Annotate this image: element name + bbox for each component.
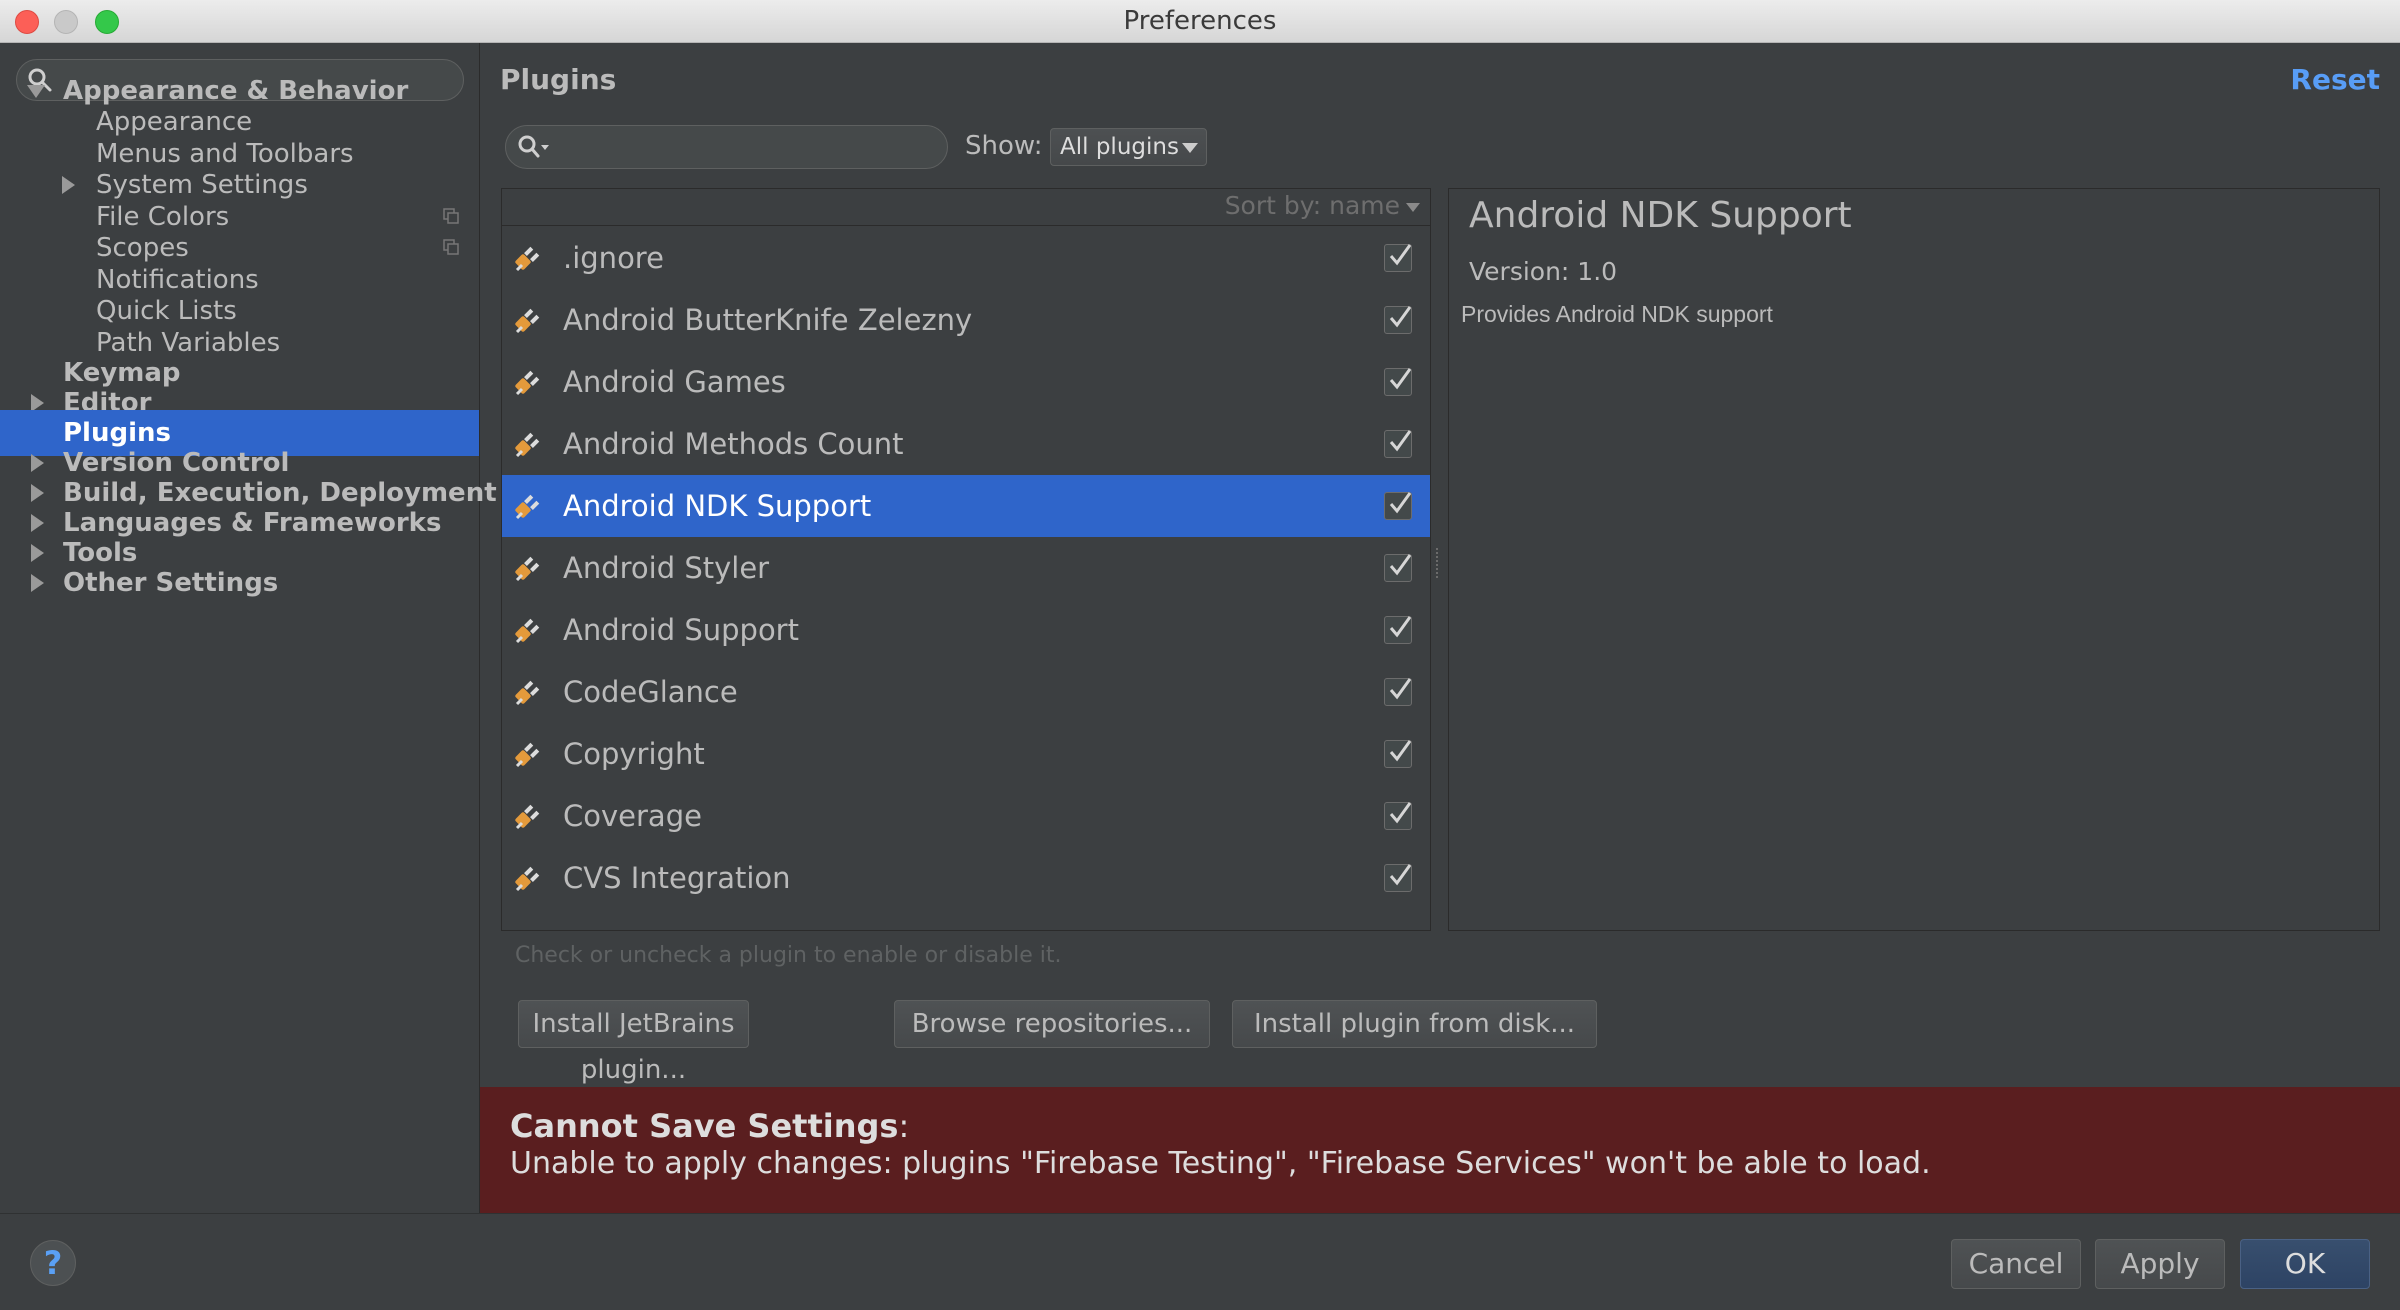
- plugin-row[interactable]: CodeGlance: [502, 661, 1430, 723]
- sort-dropdown[interactable]: Sort by: name: [1225, 191, 1400, 220]
- plugin-name: Android NDK Support: [563, 489, 872, 523]
- sidebar-item-other-settings[interactable]: Other Settings: [0, 560, 479, 606]
- chevron-right-icon[interactable]: [27, 560, 47, 606]
- plugin-name: Android Styler: [563, 551, 770, 585]
- dialog-footer: ? Cancel Apply OK: [0, 1213, 2400, 1310]
- plugin-name: Copyright: [563, 737, 705, 771]
- plugin-enabled-checkbox[interactable]: [1384, 368, 1412, 396]
- install-jetbrains-plugin-button[interactable]: Install JetBrains plugin...: [518, 1000, 749, 1085]
- plugin-enabled-checkbox[interactable]: [1384, 492, 1412, 520]
- plugin-list[interactable]: Sort by: name .ignore Android ButterKnife…: [501, 188, 1431, 931]
- plugin-row[interactable]: Android Games: [502, 351, 1430, 413]
- sidebar-item-label: Other Settings: [63, 568, 279, 598]
- plugin-icon: [514, 553, 544, 583]
- plugin-icon: [514, 491, 544, 521]
- plugin-name: .ignore: [563, 241, 664, 275]
- browse-repositories-button[interactable]: Browse repositories...: [894, 1000, 1210, 1048]
- plugin-enabled-checkbox[interactable]: [1384, 678, 1412, 706]
- plugin-row[interactable]: CVS Integration: [502, 847, 1430, 909]
- plugin-enabled-checkbox[interactable]: [1384, 740, 1412, 768]
- plugin-icon: [514, 801, 544, 831]
- apply-button[interactable]: Apply: [2095, 1239, 2225, 1289]
- title-bar: Preferences: [0, 0, 2400, 43]
- error-message: Unable to apply changes: plugins "Fireba…: [510, 1146, 1931, 1181]
- plugin-enabled-checkbox[interactable]: [1384, 616, 1412, 644]
- cancel-button[interactable]: Cancel: [1951, 1239, 2081, 1289]
- chevron-down-icon: [1182, 143, 1198, 153]
- plugin-name: Coverage: [563, 799, 702, 833]
- help-button[interactable]: ?: [30, 1240, 76, 1286]
- error-title-colon: :: [898, 1107, 910, 1145]
- plugin-name: CodeGlance: [563, 675, 738, 709]
- plugin-row[interactable]: .ignore: [502, 227, 1430, 289]
- plugin-name: CVS Integration: [563, 861, 791, 895]
- ok-button[interactable]: OK: [2240, 1239, 2370, 1289]
- plugin-search[interactable]: [505, 125, 948, 169]
- show-label: Show:: [965, 131, 1043, 161]
- splitter-handle[interactable]: [1436, 548, 1440, 578]
- settings-sidebar: Appearance & Behavior Appearance Menus a…: [0, 43, 497, 1213]
- plugin-details-description: Provides Android NDK support: [1461, 301, 1773, 327]
- chevron-down-icon: [1406, 203, 1420, 212]
- plugin-enabled-checkbox[interactable]: [1384, 802, 1412, 830]
- plugin-enabled-checkbox[interactable]: [1384, 430, 1412, 458]
- plugin-name: Android Games: [563, 365, 786, 399]
- plugin-name: Android Support: [563, 613, 799, 647]
- plugin-search-input[interactable]: [560, 131, 934, 163]
- error-title-line: Cannot Save Settings:: [510, 1107, 909, 1145]
- plugin-icon: [514, 429, 544, 459]
- plugin-name: Android ButterKnife Zelezny: [563, 303, 973, 337]
- copy-settings-icon: [443, 208, 459, 224]
- plugin-row[interactable]: Coverage: [502, 785, 1430, 847]
- show-filter-value: All plugins: [1060, 134, 1179, 160]
- plugin-enabled-checkbox[interactable]: [1384, 306, 1412, 334]
- plugin-enabled-checkbox[interactable]: [1384, 864, 1412, 892]
- plugin-row[interactable]: Android Support: [502, 599, 1430, 661]
- plugin-icon: [514, 677, 544, 707]
- plugin-enabled-checkbox[interactable]: [1384, 244, 1412, 272]
- plugin-enabled-checkbox[interactable]: [1384, 554, 1412, 582]
- search-icon: [518, 135, 549, 158]
- copy-settings-icon: [443, 239, 459, 255]
- plugin-details-title: Android NDK Support: [1469, 195, 1852, 236]
- page-title: Plugins: [500, 63, 617, 96]
- plugin-row[interactable]: Android Styler: [502, 537, 1430, 599]
- plugin-icon: [514, 305, 544, 335]
- plugin-row[interactable]: Android Methods Count: [502, 413, 1430, 475]
- error-title: Cannot Save Settings: [510, 1107, 899, 1145]
- plugin-details: Android NDK Support Version: 1.0 Provide…: [1448, 188, 2380, 931]
- plugin-hint: Check or uncheck a plugin to enable or d…: [515, 943, 1062, 968]
- plugin-icon: [514, 367, 544, 397]
- reset-link[interactable]: Reset: [2290, 63, 2380, 96]
- plugin-details-version: Version: 1.0: [1469, 257, 1618, 286]
- plugin-name: Android Methods Count: [563, 427, 904, 461]
- plugins-panel: Plugins Reset Show: All plugins Sort by:…: [480, 43, 2400, 1213]
- error-banner: Cannot Save Settings: Unable to apply ch…: [480, 1087, 2400, 1213]
- plugin-icon: [514, 863, 544, 893]
- window-title: Preferences: [1123, 6, 1277, 36]
- plugin-list-header: Sort by: name: [502, 189, 1430, 226]
- plugin-icon: [514, 243, 544, 273]
- plugin-icon: [514, 615, 544, 645]
- plugin-icon: [514, 739, 544, 769]
- plugin-row[interactable]: Copyright: [502, 723, 1430, 785]
- plugin-row[interactable]: Android ButterKnife Zelezny: [502, 289, 1430, 351]
- show-filter-dropdown[interactable]: All plugins: [1050, 128, 1207, 166]
- plugin-row[interactable]: Android NDK Support: [502, 475, 1430, 537]
- install-plugin-from-disk-button[interactable]: Install plugin from disk...: [1232, 1000, 1597, 1048]
